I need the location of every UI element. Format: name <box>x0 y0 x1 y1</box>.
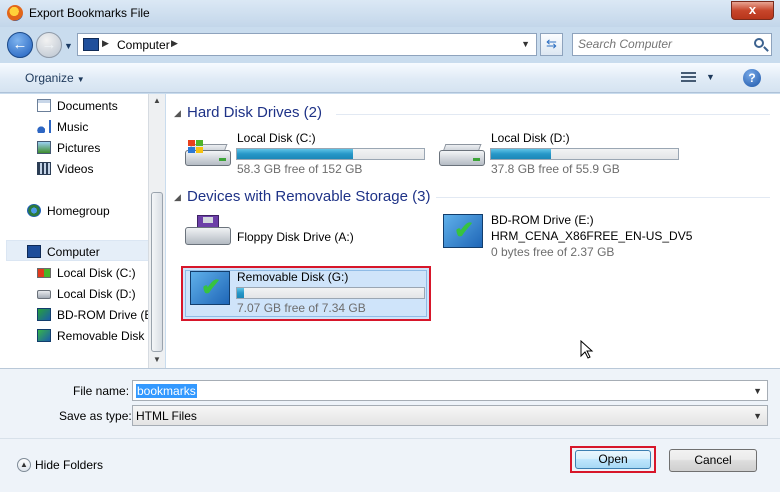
save-as-type-value: HTML Files <box>136 409 197 423</box>
window-title: Export Bookmarks File <box>29 6 150 20</box>
hard-disk-icon <box>439 140 485 168</box>
scroll-up-icon[interactable]: ▲ <box>153 96 161 105</box>
group-header-hard-disk-drives[interactable]: Hard Disk Drives (2) <box>187 104 322 121</box>
save-as-type-select[interactable]: HTML Files ▼ <box>132 405 768 426</box>
drive-usage-bar <box>236 148 425 160</box>
group-divider <box>436 197 770 198</box>
title-bar: Export Bookmarks File x <box>0 0 780 27</box>
search-input[interactable] <box>578 37 748 51</box>
firefox-icon <box>7 5 23 21</box>
bd-rom-icon <box>37 308 51 321</box>
drive-usage-fill <box>237 288 245 298</box>
nav-scrollbar[interactable]: ▲ ▼ <box>148 94 165 368</box>
nav-item-label: Computer <box>47 245 100 259</box>
windows-logo-icon <box>188 140 204 154</box>
open-button[interactable]: Open <box>575 450 651 469</box>
recent-pages-chevron-icon[interactable]: ▼ <box>64 41 73 51</box>
computer-icon <box>83 38 99 51</box>
nav-item-label: Videos <box>57 162 94 176</box>
documents-icon <box>37 99 51 112</box>
group-collapse-icon[interactable]: ◢ <box>174 192 181 203</box>
filename-field[interactable]: bookmarks ▼ <box>132 380 768 401</box>
pictures-icon <box>37 141 51 154</box>
cancel-button[interactable]: Cancel <box>669 449 757 472</box>
group-divider <box>336 114 770 115</box>
search-icon[interactable] <box>754 38 764 48</box>
drive-name: Floppy Disk Drive (A:) <box>237 230 354 244</box>
nav-item-label: Local Disk (D:) <box>57 287 136 301</box>
chevron-down-icon: ▼ <box>76 75 85 84</box>
drive-name: BD-ROM Drive (E:) <box>491 213 594 227</box>
nav-item-label: Removable Disk ( <box>57 329 148 343</box>
help-button[interactable]: ? <box>743 69 761 87</box>
chevron-down-icon[interactable]: ▼ <box>753 411 762 421</box>
computer-icon <box>27 245 41 258</box>
command-bar: Organize ▼ ▼ ? <box>0 63 780 93</box>
close-button[interactable]: x <box>731 1 774 20</box>
scroll-down-icon[interactable]: ▼ <box>153 355 161 364</box>
drive-free-space: 0 bytes free of 2.37 GB <box>491 245 615 259</box>
breadcrumb-computer[interactable]: Computer <box>117 38 170 52</box>
back-button[interactable]: ← <box>7 32 33 58</box>
refresh-button[interactable]: ⇆ <box>540 33 563 56</box>
drive-name: Local Disk (C:) <box>237 131 316 145</box>
drive-usage-bar <box>490 148 679 160</box>
drive-free-space: 58.3 GB free of 152 GB <box>237 162 363 176</box>
group-header-removable-storage[interactable]: Devices with Removable Storage (3) <box>187 188 430 205</box>
drive-usage-fill <box>491 149 551 159</box>
mouse-cursor-icon <box>580 340 594 359</box>
homegroup-icon <box>27 204 41 217</box>
local-disk-icon <box>37 290 51 299</box>
address-bar[interactable]: ▶ Computer ▶ ▼ <box>77 33 537 56</box>
chevron-down-icon[interactable]: ▼ <box>753 386 762 396</box>
chevron-up-icon: ▲ <box>17 457 31 472</box>
breadcrumb-arrow-icon[interactable]: ▶ <box>171 38 178 49</box>
nav-item-label: Local Disk (C:) <box>57 266 136 280</box>
nav-item-label: BD-ROM Drive (E <box>57 308 148 322</box>
hide-folders-label: Hide Folders <box>35 457 104 472</box>
address-dropdown-icon[interactable]: ▼ <box>521 39 530 49</box>
views-icon[interactable] <box>681 72 696 84</box>
nav-item-label: Homegroup <box>47 204 110 218</box>
open-button-highlight: Open <box>570 446 656 473</box>
views-dropdown-icon[interactable]: ▼ <box>706 72 715 82</box>
hide-folders-button[interactable]: ▲ Hide Folders <box>17 457 103 472</box>
nav-item-label: Documents <box>57 99 118 113</box>
navigation-pane[interactable]: Documents Music Pictures Videos Homegrou… <box>0 94 148 368</box>
scrollbar-thumb[interactable] <box>151 192 163 352</box>
organize-label: Organize <box>25 71 74 85</box>
drive-usage-fill <box>237 149 353 159</box>
disc-label: HRM_CENA_X86FREE_EN-US_DV5 <box>491 229 693 243</box>
forward-button[interactable]: → <box>36 32 62 58</box>
nav-item-label: Music <box>57 120 89 134</box>
local-disk-icon <box>37 268 51 278</box>
videos-icon <box>37 162 51 175</box>
floppy-drive-icon <box>185 215 231 247</box>
drive-name: Removable Disk (G:) <box>237 270 349 284</box>
footer-divider <box>0 438 780 439</box>
group-collapse-icon[interactable]: ◢ <box>174 108 181 119</box>
breadcrumb-arrow-icon[interactable]: ▶ <box>102 38 109 49</box>
filename-label: File name: <box>73 384 130 398</box>
nav-item-label: Pictures <box>57 141 101 155</box>
address-row: ← → ▼ ▶ Computer ▶ ▼ ⇆ <box>0 27 780 63</box>
bd-rom-icon: ✔ <box>443 214 483 248</box>
music-icon <box>37 120 51 133</box>
drive-free-space: 37.8 GB free of 55.9 GB <box>491 162 620 176</box>
drive-free-space: 7.07 GB free of 7.34 GB <box>237 301 366 315</box>
removable-disk-icon: ✔ <box>190 271 230 305</box>
filename-value[interactable]: bookmarks <box>136 384 197 398</box>
file-form: File name: bookmarks ▼ Save as type: HTM… <box>0 368 780 492</box>
organize-button[interactable]: Organize ▼ <box>25 71 85 85</box>
removable-disk-icon <box>37 329 51 342</box>
drive-name: Local Disk (D:) <box>491 131 570 145</box>
drive-usage-bar <box>236 287 425 299</box>
save-as-type-label: Save as type: <box>59 409 132 423</box>
search-box[interactable] <box>572 33 772 56</box>
